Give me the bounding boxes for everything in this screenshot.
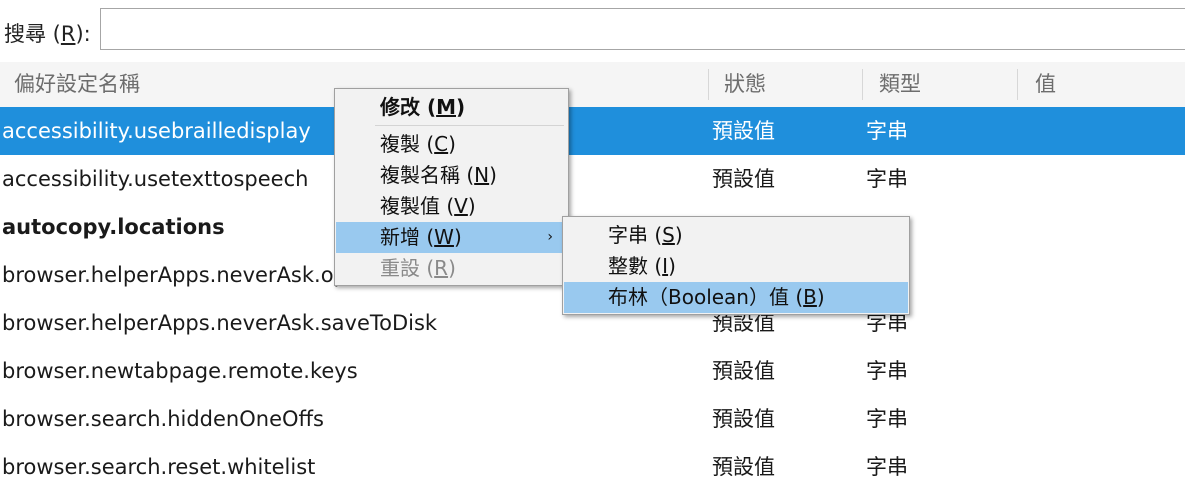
pref-row[interactable]: accessibility.usetexttospeech 預設值 字串 <box>0 155 1185 203</box>
pref-type: 字串 <box>866 167 908 191</box>
column-divider[interactable] <box>708 69 709 100</box>
submenu-arrow-icon: › <box>547 229 553 245</box>
menu-item-label: 新增 ( <box>380 225 435 249</box>
new-submenu: 字串 (S) 整數 (I) 布林（Boolean）值 (B) <box>562 216 910 315</box>
menu-item-label-end: ) <box>674 223 683 247</box>
column-header-name[interactable]: 偏好設定名稱 <box>14 62 140 107</box>
menu-item-accesskey: R <box>434 256 449 280</box>
menu-item-label: 布林（Boolean）值 ( <box>608 285 804 309</box>
search-label-suffix: ): <box>75 22 91 46</box>
menu-item-copy-name[interactable]: 複製名稱 (N) <box>336 160 567 191</box>
pref-row[interactable]: accessibility.usebrailledisplay 預設值 字串 <box>0 107 1185 155</box>
menu-item-accesskey: S <box>662 223 675 247</box>
pref-row[interactable]: browser.search.hiddenOneOffs 預設值 字串 <box>0 395 1185 443</box>
menu-item-label-end: ) <box>456 95 466 119</box>
menu-item-label: 字串 ( <box>608 223 663 247</box>
column-divider[interactable] <box>862 69 863 100</box>
menu-item-label-end: ) <box>448 132 456 156</box>
search-label-key: R <box>60 22 76 46</box>
pref-type: 字串 <box>866 407 908 431</box>
pref-status: 預設值 <box>712 167 775 191</box>
context-menu: 修改 (M) 複製 (C) 複製名稱 (N) 複製值 (V) 新增 (W) › … <box>334 88 569 286</box>
menu-item-copy[interactable]: 複製 (C) <box>336 129 567 160</box>
menu-item-copy-value[interactable]: 複製值 (V) <box>336 191 567 222</box>
menu-separator <box>375 125 564 126</box>
menu-item-label-end: ) <box>467 194 476 218</box>
pref-row[interactable]: browser.search.reset.whitelist 預設值 字串 <box>0 443 1185 491</box>
pref-type: 字串 <box>866 119 908 143</box>
submenu-item-boolean[interactable]: 布林（Boolean）值 (B) <box>564 282 908 313</box>
column-header-type[interactable]: 類型 <box>879 62 921 107</box>
pref-name: browser.search.reset.whitelist <box>2 455 316 479</box>
menu-item-label-end: ) <box>448 256 456 280</box>
menu-item-modify[interactable]: 修改 (M) <box>336 92 567 123</box>
menu-item-label: 複製名稱 ( <box>380 163 475 187</box>
pref-status: 預設值 <box>712 119 775 143</box>
column-header: 偏好設定名稱 狀態 類型 值 <box>0 62 1185 108</box>
submenu-item-string[interactable]: 字串 (S) <box>564 220 908 251</box>
search-label-prefix: 搜尋 ( <box>4 22 61 46</box>
menu-item-accesskey: W <box>434 225 454 249</box>
menu-item-accesskey: N <box>474 163 490 187</box>
column-header-status[interactable]: 狀態 <box>724 62 766 107</box>
search-bar: 搜尋 (R): <box>0 0 1185 62</box>
menu-item-label: 修改 ( <box>380 95 437 119</box>
pref-name: browser.newtabpage.remote.keys <box>2 359 358 383</box>
pref-status: 預設值 <box>712 455 775 479</box>
menu-item-label-end: ) <box>489 163 497 187</box>
menu-item-label: 重設 ( <box>380 256 435 280</box>
menu-item-accesskey: B <box>803 285 817 309</box>
menu-item-label: 複製 ( <box>380 132 435 156</box>
pref-name: accessibility.usebrailledisplay <box>2 119 311 143</box>
pref-row[interactable]: browser.newtabpage.remote.keys 預設值 字串 <box>0 347 1185 395</box>
menu-item-label-end: ) <box>453 225 462 249</box>
submenu-item-integer[interactable]: 整數 (I) <box>564 251 908 282</box>
menu-item-accesskey: V <box>454 194 468 218</box>
menu-item-label-end: ) <box>816 285 825 309</box>
pref-name: browser.helperApps.neverAsk.saveToDisk <box>2 311 438 335</box>
pref-name: autocopy.locations <box>2 215 225 239</box>
pref-name: accessibility.usetexttospeech <box>2 167 309 191</box>
menu-item-new[interactable]: 新增 (W) › <box>336 222 567 253</box>
search-label: 搜尋 (R): <box>4 18 91 48</box>
menu-item-accesskey: M <box>436 95 457 119</box>
pref-name: browser.search.hiddenOneOffs <box>2 407 324 431</box>
menu-item-label-end: ) <box>668 254 676 278</box>
pref-status: 預設值 <box>712 407 775 431</box>
column-header-value[interactable]: 值 <box>1035 62 1056 107</box>
pref-type: 字串 <box>866 455 908 479</box>
search-input[interactable] <box>100 8 1185 50</box>
menu-item-reset: 重設 (R) <box>336 253 567 284</box>
pref-status: 預設值 <box>712 359 775 383</box>
menu-item-label: 整數 ( <box>608 254 663 278</box>
pref-type: 字串 <box>866 359 908 383</box>
column-divider[interactable] <box>1017 69 1018 100</box>
menu-item-label: 複製值 ( <box>380 194 455 218</box>
menu-item-accesskey: C <box>434 132 449 156</box>
